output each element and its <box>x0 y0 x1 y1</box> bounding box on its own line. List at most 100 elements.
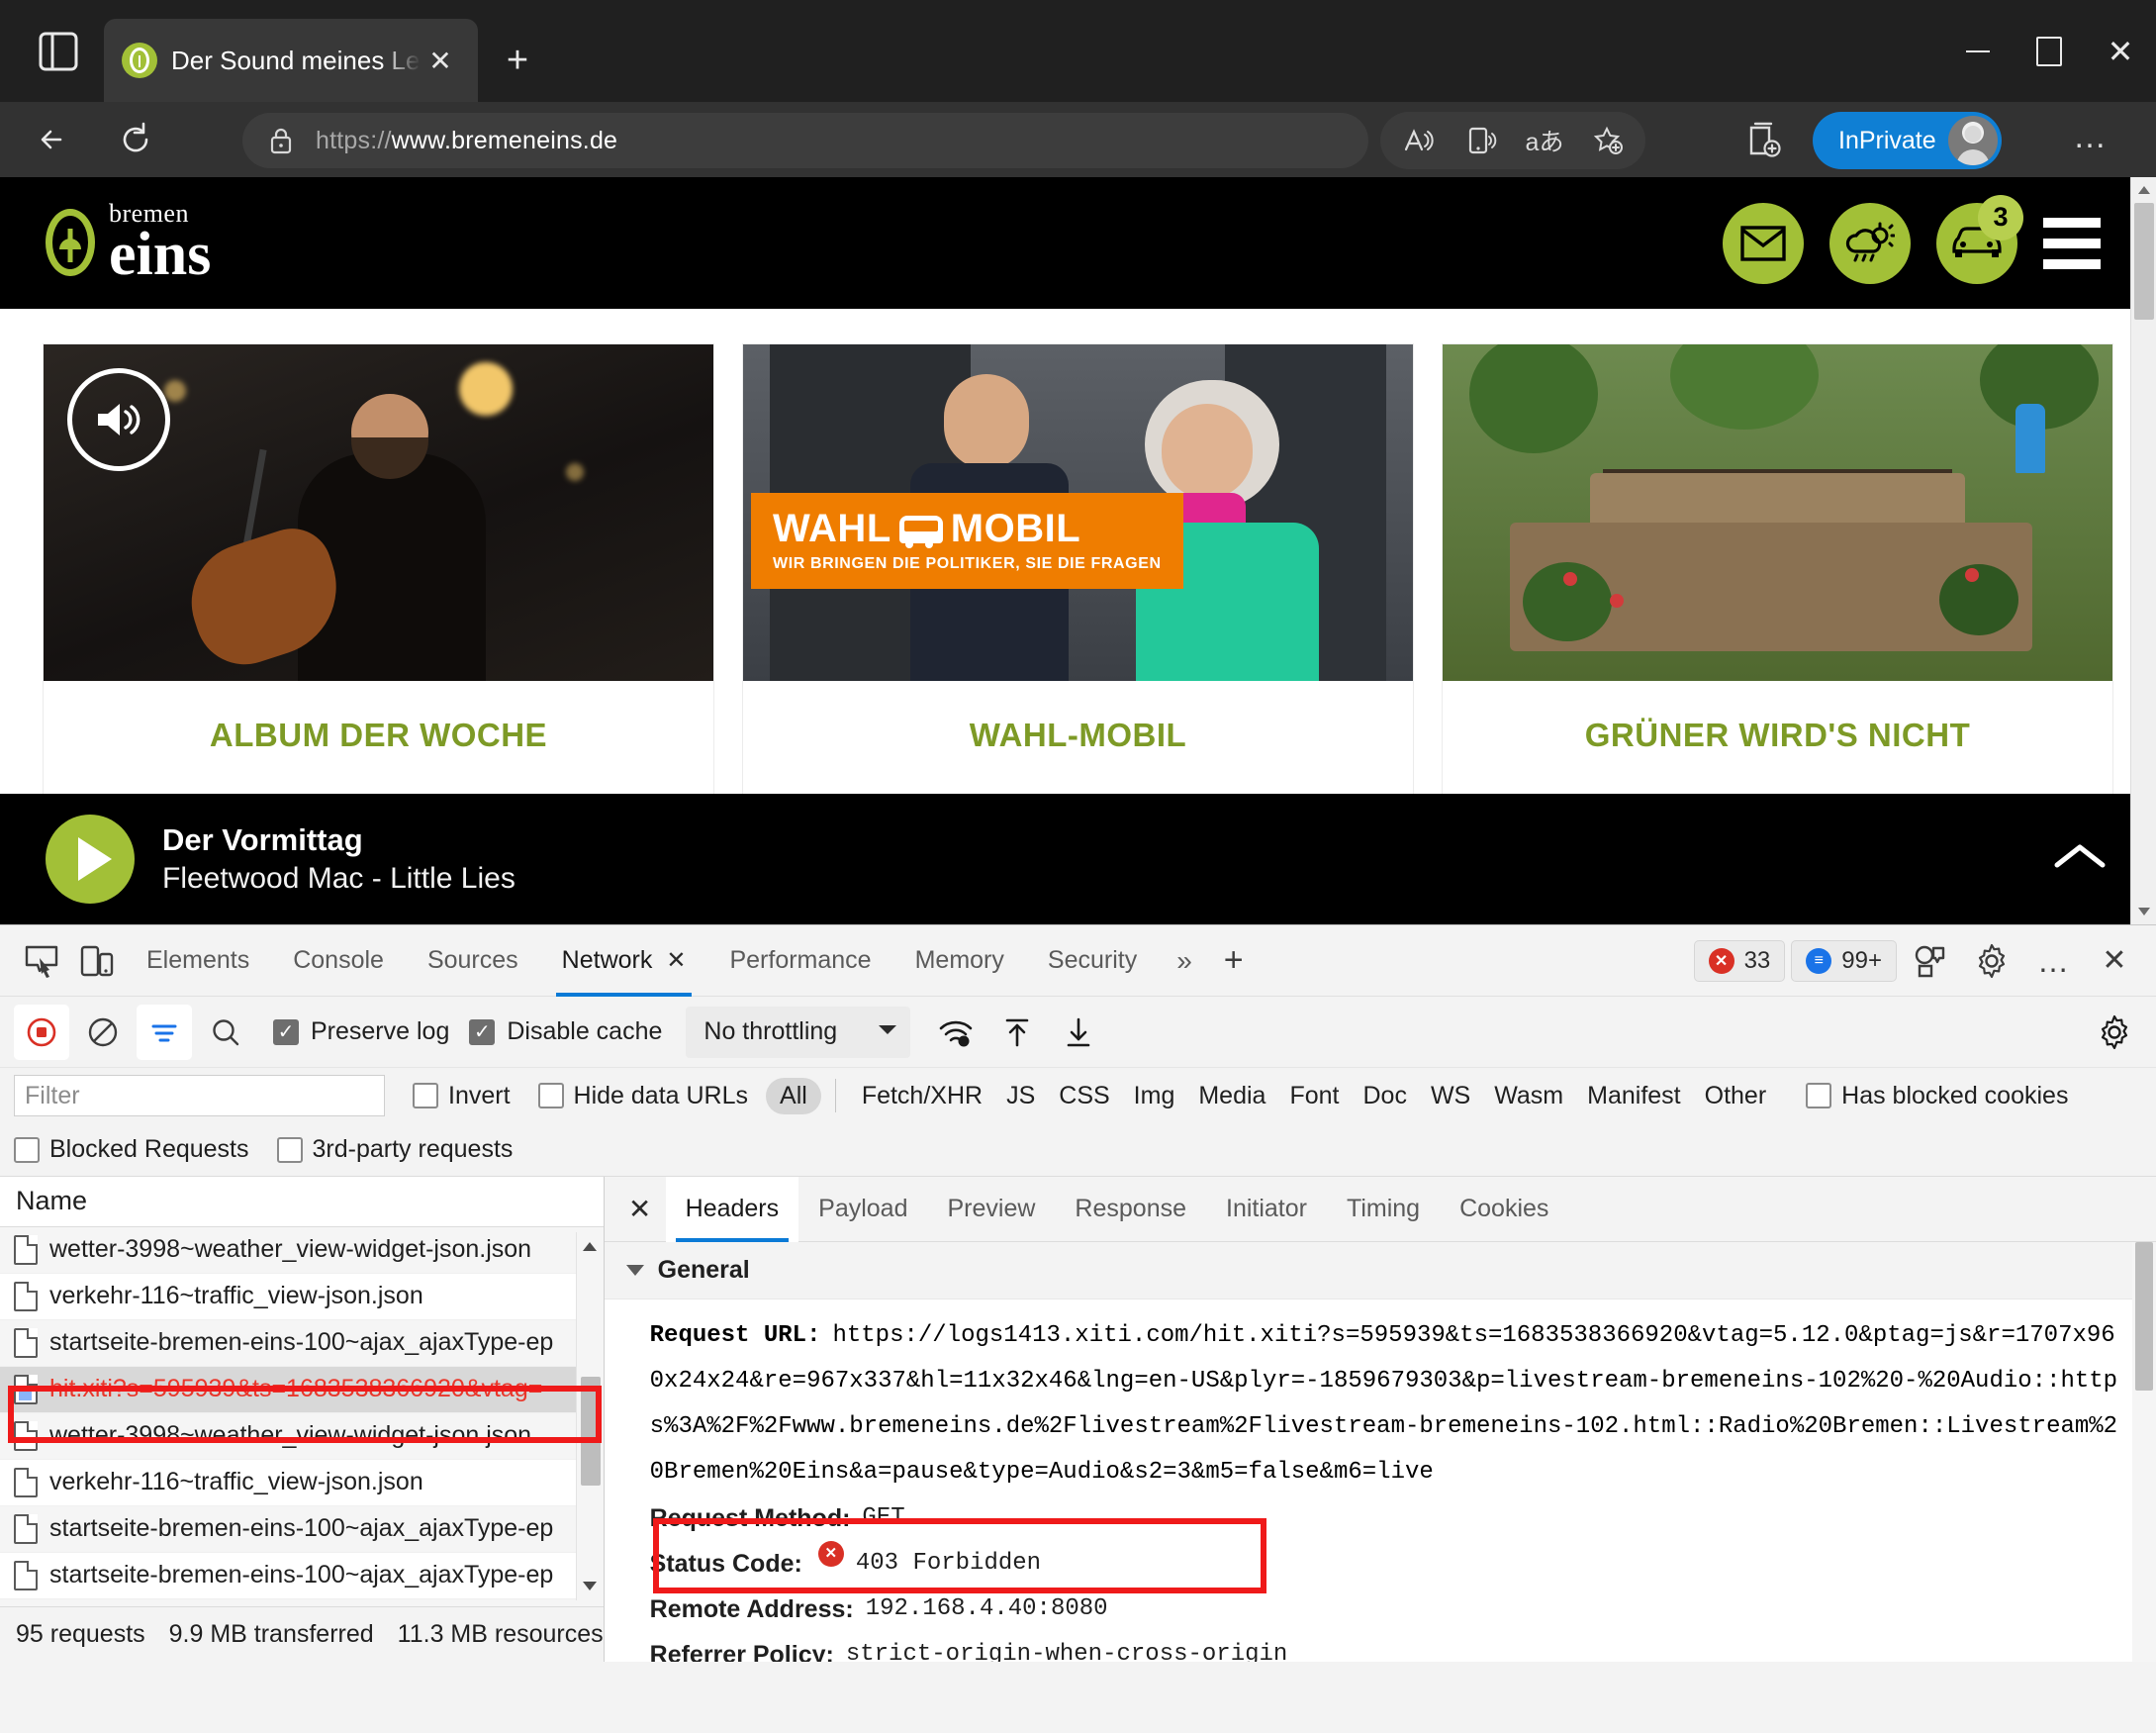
type-filter-wasm[interactable]: Wasm <box>1482 1082 1575 1110</box>
new-tab-button[interactable]: + <box>495 38 540 83</box>
disable-cache-checkbox[interactable]: Disable cache <box>469 1017 662 1046</box>
tab-console[interactable]: Console <box>271 925 406 997</box>
error-count-badge[interactable]: ✕ 33 <box>1693 939 1786 982</box>
general-section-header[interactable]: General <box>604 1242 2156 1300</box>
network-settings-gear-icon[interactable] <box>2087 1005 2142 1060</box>
request-list-scrollbar[interactable] <box>575 1232 604 1600</box>
window-minimize-button[interactable] <box>1942 0 2014 102</box>
table-row[interactable]: startseite-bremen-eins-100~ajax_ajaxType… <box>0 1505 604 1553</box>
table-row[interactable]: startseite-bremen-eins-100~ajax_ajaxType… <box>0 1553 604 1599</box>
filter-input[interactable] <box>14 1075 385 1116</box>
table-row-selected[interactable]: hit.xiti?s=595939&ts=1683538366920&vtag= <box>0 1366 604 1413</box>
clear-icon[interactable] <box>75 1005 131 1060</box>
browser-more-icon[interactable]: … <box>2062 120 2117 161</box>
immersive-reader-icon[interactable] <box>1450 113 1513 168</box>
preserve-log-checkbox[interactable]: Preserve log <box>273 1017 449 1046</box>
type-filter-doc[interactable]: Doc <box>1351 1082 1418 1110</box>
read-aloud-icon[interactable] <box>1386 113 1450 168</box>
browser-tab[interactable]: Der Sound meines Lebens - Bremen Eins ✕ <box>104 19 478 102</box>
tab-sources[interactable]: Sources <box>406 925 540 997</box>
detail-tab-preview[interactable]: Preview <box>928 1177 1056 1242</box>
inprivate-profile-button[interactable]: InPrivate <box>1813 112 2002 169</box>
table-row[interactable]: verkehr-116~traffic_view-json.json <box>0 1274 604 1320</box>
detail-tab-cookies[interactable]: Cookies <box>1440 1177 1568 1242</box>
tab-close-icon[interactable]: ✕ <box>421 41 460 80</box>
promo-card[interactable]: WAHL MOBIL WIR BRINGEN DIE POLITIKER, SI… <box>743 344 1413 798</box>
detail-close-icon[interactable]: ✕ <box>614 1184 666 1235</box>
tab-elements[interactable]: Elements <box>125 925 271 997</box>
tab-performance[interactable]: Performance <box>707 925 892 997</box>
type-filter-img[interactable]: Img <box>1122 1082 1187 1110</box>
request-scroll-down-icon[interactable] <box>577 1573 604 1600</box>
player-play-button[interactable] <box>46 815 135 904</box>
traffic-icon[interactable]: 3 <box>1936 194 2023 284</box>
type-filter-fetch-xhr[interactable]: Fetch/XHR <box>850 1082 994 1110</box>
network-conditions-icon[interactable] <box>928 1005 984 1060</box>
invert-checkbox[interactable]: Invert <box>413 1082 511 1110</box>
export-har-icon[interactable] <box>1051 1005 1106 1060</box>
audio-play-overlay-icon[interactable] <box>67 368 170 471</box>
device-toolbar-icon[interactable] <box>69 933 125 989</box>
devices-icon[interactable] <box>1903 933 1958 989</box>
mail-icon[interactable] <box>1723 202 1804 284</box>
table-row[interactable]: startseite-bremen-eins-100~ajax_ajaxType… <box>0 1319 604 1367</box>
tab-network[interactable]: Network ✕ <box>540 925 708 997</box>
detail-scrollbar-thumb[interactable] <box>2135 1242 2153 1391</box>
detail-tab-payload[interactable]: Payload <box>798 1177 927 1242</box>
promo-card[interactable]: GRÜNER WIRD'S NICHT <box>1443 344 2112 798</box>
type-filter-ws[interactable]: WS <box>1419 1082 1482 1110</box>
collections-icon[interactable] <box>1739 120 1787 163</box>
more-panels-icon[interactable]: » <box>1159 925 1210 997</box>
throttling-select[interactable]: No throttling <box>686 1006 911 1058</box>
table-row[interactable]: wetter-3998~weather_view-widget-json.jso… <box>0 1412 604 1460</box>
import-har-icon[interactable] <box>989 1005 1045 1060</box>
type-filter-all[interactable]: All <box>766 1077 821 1114</box>
type-filter-media[interactable]: Media <box>1186 1082 1277 1110</box>
type-filter-font[interactable]: Font <box>1277 1082 1351 1110</box>
page-scroll-up-icon[interactable] <box>2131 177 2156 203</box>
site-logo[interactable]: bremen eins <box>46 200 211 285</box>
devtools-close-icon[interactable]: ✕ <box>2087 933 2142 989</box>
favorites-add-icon[interactable] <box>1576 113 1640 168</box>
type-filter-other[interactable]: Other <box>1693 1082 1779 1110</box>
table-row[interactable]: wetter-3998~weather_view-widget-json.jso… <box>0 1226 604 1274</box>
add-panel-button[interactable]: + <box>1210 925 1258 997</box>
table-row[interactable]: startseite-bremen-eins-100~ajax_ajaxType… <box>0 1598 604 1606</box>
filter-icon[interactable] <box>137 1004 192 1060</box>
translate-icon[interactable]: aあ <box>1513 113 1576 168</box>
table-row[interactable]: verkehr-116~traffic_view-json.json <box>0 1460 604 1506</box>
page-scroll-down-icon[interactable] <box>2131 899 2156 924</box>
address-bar[interactable]: https://www.bremeneins.de <box>242 113 1368 168</box>
hamburger-menu-icon[interactable] <box>2043 217 2101 269</box>
has-blocked-cookies-checkbox[interactable]: Has blocked cookies <box>1806 1082 2068 1110</box>
player-collapse-icon[interactable] <box>2049 837 2110 882</box>
third-party-requests-checkbox[interactable]: 3rd-party requests <box>276 1135 513 1164</box>
page-scrollbar-thumb[interactable] <box>2134 203 2154 320</box>
devtools-settings-gear-icon[interactable] <box>1964 933 2019 989</box>
detail-tab-timing[interactable]: Timing <box>1327 1177 1440 1242</box>
type-filter-manifest[interactable]: Manifest <box>1575 1082 1692 1110</box>
blocked-requests-checkbox[interactable]: Blocked Requests <box>14 1135 249 1164</box>
type-filter-js[interactable]: JS <box>994 1082 1047 1110</box>
sidebar-toggle-icon[interactable] <box>38 30 79 73</box>
back-button[interactable] <box>22 109 83 170</box>
message-count-badge[interactable]: ≡ 99+ <box>1791 939 1897 982</box>
type-filter-css[interactable]: CSS <box>1047 1082 1121 1110</box>
devtools-more-icon[interactable]: … <box>2025 933 2081 989</box>
page-scrollbar[interactable] <box>2130 177 2156 924</box>
detail-tab-response[interactable]: Response <box>1055 1177 1206 1242</box>
detail-tab-headers[interactable]: Headers <box>665 1176 799 1242</box>
tab-security[interactable]: Security <box>1026 925 1159 997</box>
hide-data-urls-checkbox[interactable]: Hide data URLs <box>537 1082 748 1110</box>
request-list[interactable]: wetter-3998~weather_view-widget-json.jso… <box>0 1226 604 1606</box>
window-maximize-button[interactable] <box>2014 0 2085 102</box>
tab-network-close-icon[interactable]: ✕ <box>666 946 686 975</box>
weather-icon[interactable] <box>1829 202 1911 284</box>
detail-tab-initiator[interactable]: Initiator <box>1206 1177 1327 1242</box>
promo-card[interactable]: ALBUM DER WOCHE <box>44 344 713 798</box>
record-stop-icon[interactable] <box>14 1004 69 1060</box>
reload-button[interactable] <box>105 109 166 170</box>
tab-memory[interactable]: Memory <box>893 925 1026 997</box>
request-list-column-header[interactable]: Name <box>0 1177 604 1227</box>
window-close-button[interactable]: ✕ <box>2085 0 2156 102</box>
